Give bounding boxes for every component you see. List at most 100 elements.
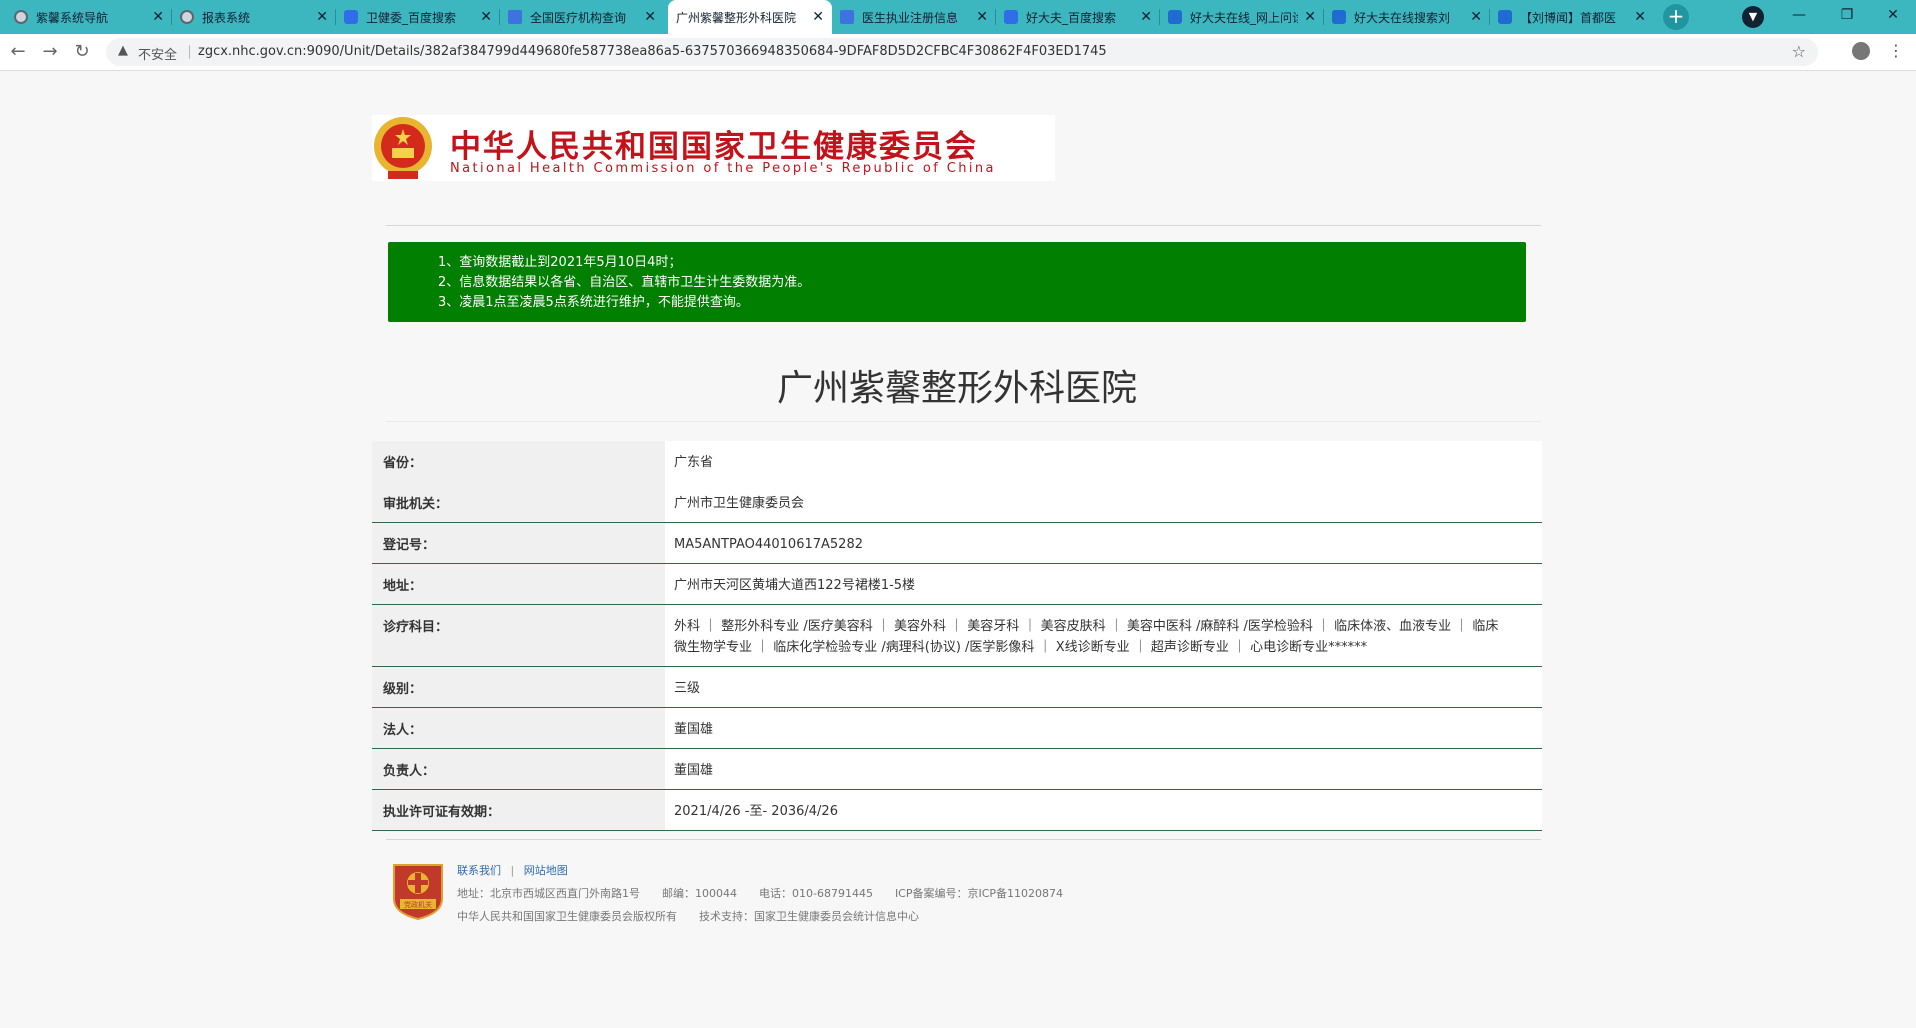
haodf-icon [1498, 10, 1512, 24]
divider [386, 225, 1541, 226]
close-icon[interactable]: ✕ [480, 9, 492, 25]
tab-7[interactable]: 好大夫在线_网上问诊 ✕ [1160, 0, 1324, 34]
notice-line: 3、凌晨1点至凌晨5点系统进行维护，不能提供查询。 [438, 295, 749, 310]
account-icon[interactable] [1852, 42, 1870, 60]
tab-2[interactable]: 卫健委_百度搜索 ✕ [336, 0, 500, 34]
field-label: 登记号： [383, 538, 436, 553]
info-row-departments: 诊疗科目： 外科 ｜ 整形外科专业 /医疗美容科 ｜ 美容外科 ｜ 美容牙科 ｜… [372, 605, 1542, 667]
field-label: 负责人： [383, 764, 436, 779]
close-icon[interactable]: ✕ [812, 9, 824, 25]
field-value: 广东省 [674, 455, 714, 470]
close-icon[interactable]: ✕ [644, 9, 656, 25]
close-icon[interactable]: ✕ [1634, 9, 1646, 25]
tab-title: 紫馨系统导航 [36, 10, 109, 25]
back-icon[interactable]: ← [6, 40, 30, 64]
globe-icon [14, 10, 28, 24]
warning-icon[interactable]: ▲ [118, 43, 128, 58]
notice-box: 1、查询数据截止到2021年5月10日4时； 2、信息数据结果以各省、自治区、直… [388, 242, 1526, 322]
national-emblem-icon [374, 117, 432, 179]
info-row-registration-number: 登记号： MA5ANTPAO44010617A5282 [372, 523, 1542, 564]
tab-title: 卫健委_百度搜索 [366, 10, 457, 25]
doc-icon [840, 10, 854, 24]
info-row-license-validity: 执业许可证有效期： 2021/4/26 -至- 2036/4/26 [372, 790, 1542, 831]
restore-icon[interactable]: ❐ [1824, 0, 1870, 34]
tab-1[interactable]: 报表系统 ✕ [172, 0, 336, 34]
sitemap-link[interactable]: 网站地图 [524, 864, 568, 877]
footer-links: 联系我们 | 网站地图 [457, 862, 568, 878]
field-label: 省份： [383, 456, 423, 471]
close-icon[interactable]: ✕ [976, 9, 988, 25]
minimize-icon[interactable]: — [1776, 0, 1822, 34]
tab-8[interactable]: 好大夫在线搜索刘 ✕ [1324, 0, 1490, 34]
info-row-legal-person: 法人： 董国雄 [372, 708, 1542, 749]
close-icon[interactable]: ✕ [152, 9, 164, 25]
tab-title: 报表系统 [202, 10, 251, 25]
address-toolbar: ← → ↻ ▲ 不安全 zgcx.nhc.gov.cn:9090/Unit/De… [0, 34, 1916, 71]
tab-5[interactable]: 医生执业注册信息 ✕ [832, 0, 996, 34]
haodf-icon [1332, 10, 1346, 24]
globe-icon [180, 10, 194, 24]
baidu-icon [1004, 10, 1018, 24]
field-value: 外科 ｜ 整形外科专业 /医疗美容科 ｜ 美容外科 ｜ 美容牙科 ｜ 美容皮肤科… [674, 619, 1499, 655]
tab-title: 广州紫馨整形外科医院 [676, 10, 797, 25]
tab-title: 医生执业注册信息 [862, 10, 959, 25]
haodf-icon [1168, 10, 1182, 24]
close-icon[interactable]: ✕ [1140, 9, 1152, 25]
party-government-badge-icon[interactable]: 党政机关 [388, 861, 448, 921]
tab-title: 好大夫_百度搜索 [1026, 10, 1117, 25]
info-row-person-in-charge: 负责人： 董国雄 [372, 749, 1542, 790]
field-value: 董国雄 [674, 763, 714, 778]
tab-0[interactable]: 紫馨系统导航 ✕ [6, 0, 172, 34]
tab-9[interactable]: 【刘博闻】首都医 ✕ [1490, 0, 1654, 34]
field-label: 级别： [383, 682, 423, 697]
tab-title: 好大夫在线搜索刘 [1354, 10, 1451, 25]
site-title-en: National Health Commission of the People… [450, 161, 996, 176]
field-value: MA5ANTPAO44010617A5282 [674, 537, 863, 552]
baidu-icon [344, 10, 358, 24]
tab-strip: 紫馨系统导航 ✕ 报表系统 ✕ 卫健委_百度搜索 ✕ 全国医疗机构查询 ✕ 广州紫馨整形… [0, 0, 1916, 34]
field-label: 法人： [383, 723, 423, 738]
field-value: 三级 [674, 681, 701, 696]
page-content: 中华人民共和国国家卫生健康委员会 National Health Commiss… [0, 71, 1916, 1028]
url-text[interactable]: zgcx.nhc.gov.cn:9090/Unit/Details/382af3… [198, 44, 1107, 59]
forward-icon[interactable]: → [38, 40, 62, 64]
info-row-address: 地址： 广州市天河区黄埔大道西122号裙楼1-5楼 [372, 564, 1542, 605]
footer-address: 地址：北京市西城区西直门外南路1号 邮编：100044 电话：010-68791… [457, 887, 1064, 900]
new-tab-button[interactable]: + [1663, 4, 1689, 30]
field-label: 执业许可证有效期： [383, 805, 501, 820]
tab-title: 全国医疗机构查询 [530, 10, 627, 25]
hospital-name: 广州紫馨整形外科医院 [776, 368, 1137, 409]
tab-6[interactable]: 好大夫_百度搜索 ✕ [996, 0, 1160, 34]
close-icon[interactable]: ✕ [316, 9, 328, 25]
doc-icon [508, 10, 522, 24]
window-close-icon[interactable]: ✕ [1870, 0, 1916, 34]
bookmark-star-icon[interactable]: ☆ [1792, 42, 1806, 61]
close-icon[interactable]: ✕ [1304, 9, 1316, 25]
reload-icon[interactable]: ↻ [70, 40, 94, 64]
tab-search-icon[interactable]: ▼ [1742, 6, 1764, 28]
info-row-province: 省份： 广东省 [372, 441, 1542, 483]
field-label: 诊疗科目： [383, 620, 449, 635]
close-icon[interactable]: ✕ [1470, 9, 1482, 25]
divider [386, 839, 1541, 840]
divider [386, 421, 1541, 422]
address-bar[interactable]: ▲ 不安全 zgcx.nhc.gov.cn:9090/Unit/Details/… [106, 38, 1818, 66]
security-label[interactable]: 不安全 [138, 44, 177, 63]
field-value: 广州市卫生健康委员会 [674, 496, 805, 511]
tab-4-active[interactable]: 广州紫馨整形外科医院 ✕ [668, 0, 832, 34]
info-row-level: 级别： 三级 [372, 667, 1542, 708]
site-header: 中华人民共和国国家卫生健康委员会 National Health Commiss… [372, 115, 1055, 181]
footer-copyright: 中华人民共和国国家卫生健康委员会版权所有 技术支持：国家卫生健康委员会统计信息中… [457, 910, 919, 923]
site-title-cn: 中华人民共和国国家卫生健康委员会 [450, 129, 978, 165]
tab-title: 【刘博闻】首都医 [1520, 10, 1617, 25]
tab-3[interactable]: 全国医疗机构查询 ✕ [500, 0, 664, 34]
tab-title: 好大夫在线_网上问诊 [1190, 10, 1299, 25]
field-value: 董国雄 [674, 722, 714, 737]
contact-us-link[interactable]: 联系我们 [457, 864, 501, 877]
menu-icon[interactable]: ⋮ [1888, 41, 1904, 60]
notice-line: 1、查询数据截止到2021年5月10日4时； [438, 255, 682, 270]
field-label: 地址： [383, 579, 423, 594]
field-value: 广州市天河区黄埔大道西122号裙楼1-5楼 [674, 578, 916, 593]
link-separator: | [510, 864, 515, 877]
info-row-approval-authority: 审批机关： 广州市卫生健康委员会 [372, 482, 1542, 523]
